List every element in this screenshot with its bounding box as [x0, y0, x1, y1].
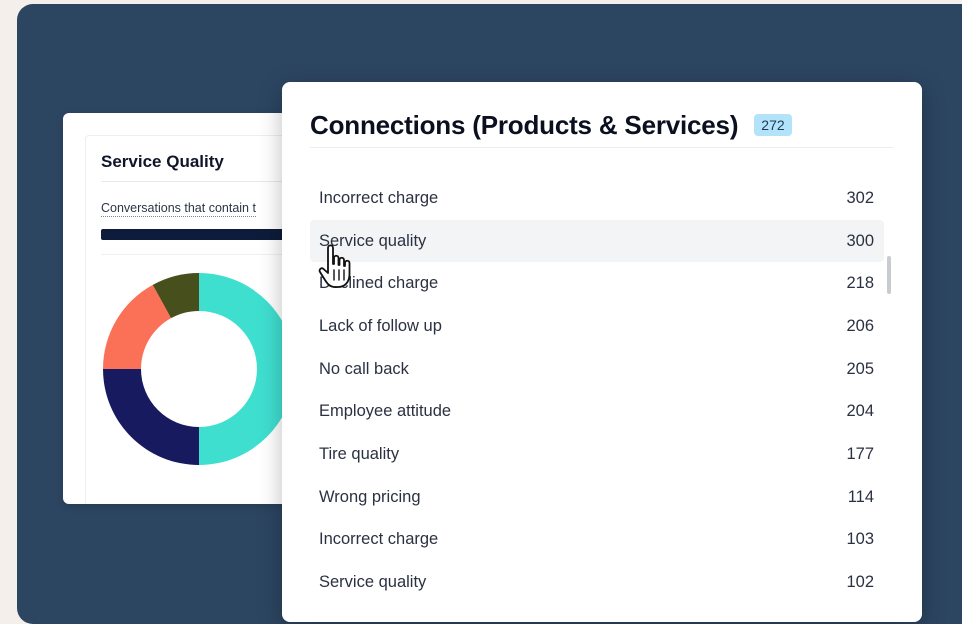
- service-quality-title: Service Quality: [101, 152, 224, 171]
- list-item-count: 205: [846, 359, 874, 378]
- list-item[interactable]: No call back 205: [310, 348, 884, 391]
- list-item[interactable]: Tire quality 177: [310, 433, 884, 476]
- list-item-count: 103: [846, 530, 874, 549]
- list-item-label: Wrong pricing: [319, 487, 421, 506]
- list-item[interactable]: Incorrect charge 302: [310, 177, 884, 220]
- list-item-label: Incorrect charge: [319, 530, 439, 549]
- scrollbar[interactable]: [887, 256, 891, 294]
- list-item-label: Service quality: [319, 573, 427, 592]
- list-item-count: 206: [846, 316, 874, 335]
- list-item-label: Lack of follow up: [319, 316, 442, 335]
- list-item-count: 102: [846, 573, 874, 592]
- list-item-count: 302: [846, 188, 874, 207]
- list-item-count: 177: [846, 444, 874, 463]
- divider: [101, 254, 301, 255]
- list-item-count: 114: [847, 487, 874, 506]
- list-item-count: 204: [846, 402, 874, 421]
- list-item[interactable]: Wrong pricing 114: [310, 476, 884, 519]
- divider: [101, 181, 301, 182]
- list-item-label: No call back: [319, 359, 409, 378]
- list-item[interactable]: Incorrect charge 103: [310, 519, 884, 562]
- card-header: Connections (Products & Services) 272: [310, 108, 792, 142]
- donut-slice-0: [199, 273, 295, 465]
- count-badge: 272: [754, 114, 792, 136]
- list-item[interactable]: Service quality 102: [310, 561, 884, 604]
- list-item[interactable]: Lack of follow up 206: [310, 305, 884, 348]
- card-title: Connections (Products & Services): [310, 109, 739, 140]
- service-quality-card: Service Quality Conversations that conta…: [63, 113, 303, 504]
- connections-card: Connections (Products & Services) 272 In…: [282, 82, 922, 622]
- list-item-label: Tire quality: [319, 444, 400, 463]
- list-item[interactable]: Employee attitude 204: [310, 390, 884, 433]
- conversations-subtitle: Conversations that contain t: [101, 201, 256, 217]
- hand-pointer-icon: [318, 244, 351, 288]
- donut-chart: [103, 273, 295, 465]
- connections-list: Incorrect charge 302 Service quality 300 Dec…: [310, 177, 884, 604]
- donut-slice-1: [103, 369, 199, 465]
- service-quality-panel: Service Quality Conversations that conta…: [85, 135, 303, 504]
- conversations-bar: [101, 229, 301, 240]
- list-item-count: 300: [846, 231, 874, 250]
- list-item[interactable]: Service quality 300: [310, 219, 884, 263]
- list-item-count: 218: [846, 274, 874, 293]
- divider: [310, 147, 894, 148]
- list-item-label: Employee attitude: [319, 402, 452, 421]
- list-item[interactable]: Declined charge 218: [310, 262, 884, 305]
- list-item-label: Incorrect charge: [319, 188, 439, 207]
